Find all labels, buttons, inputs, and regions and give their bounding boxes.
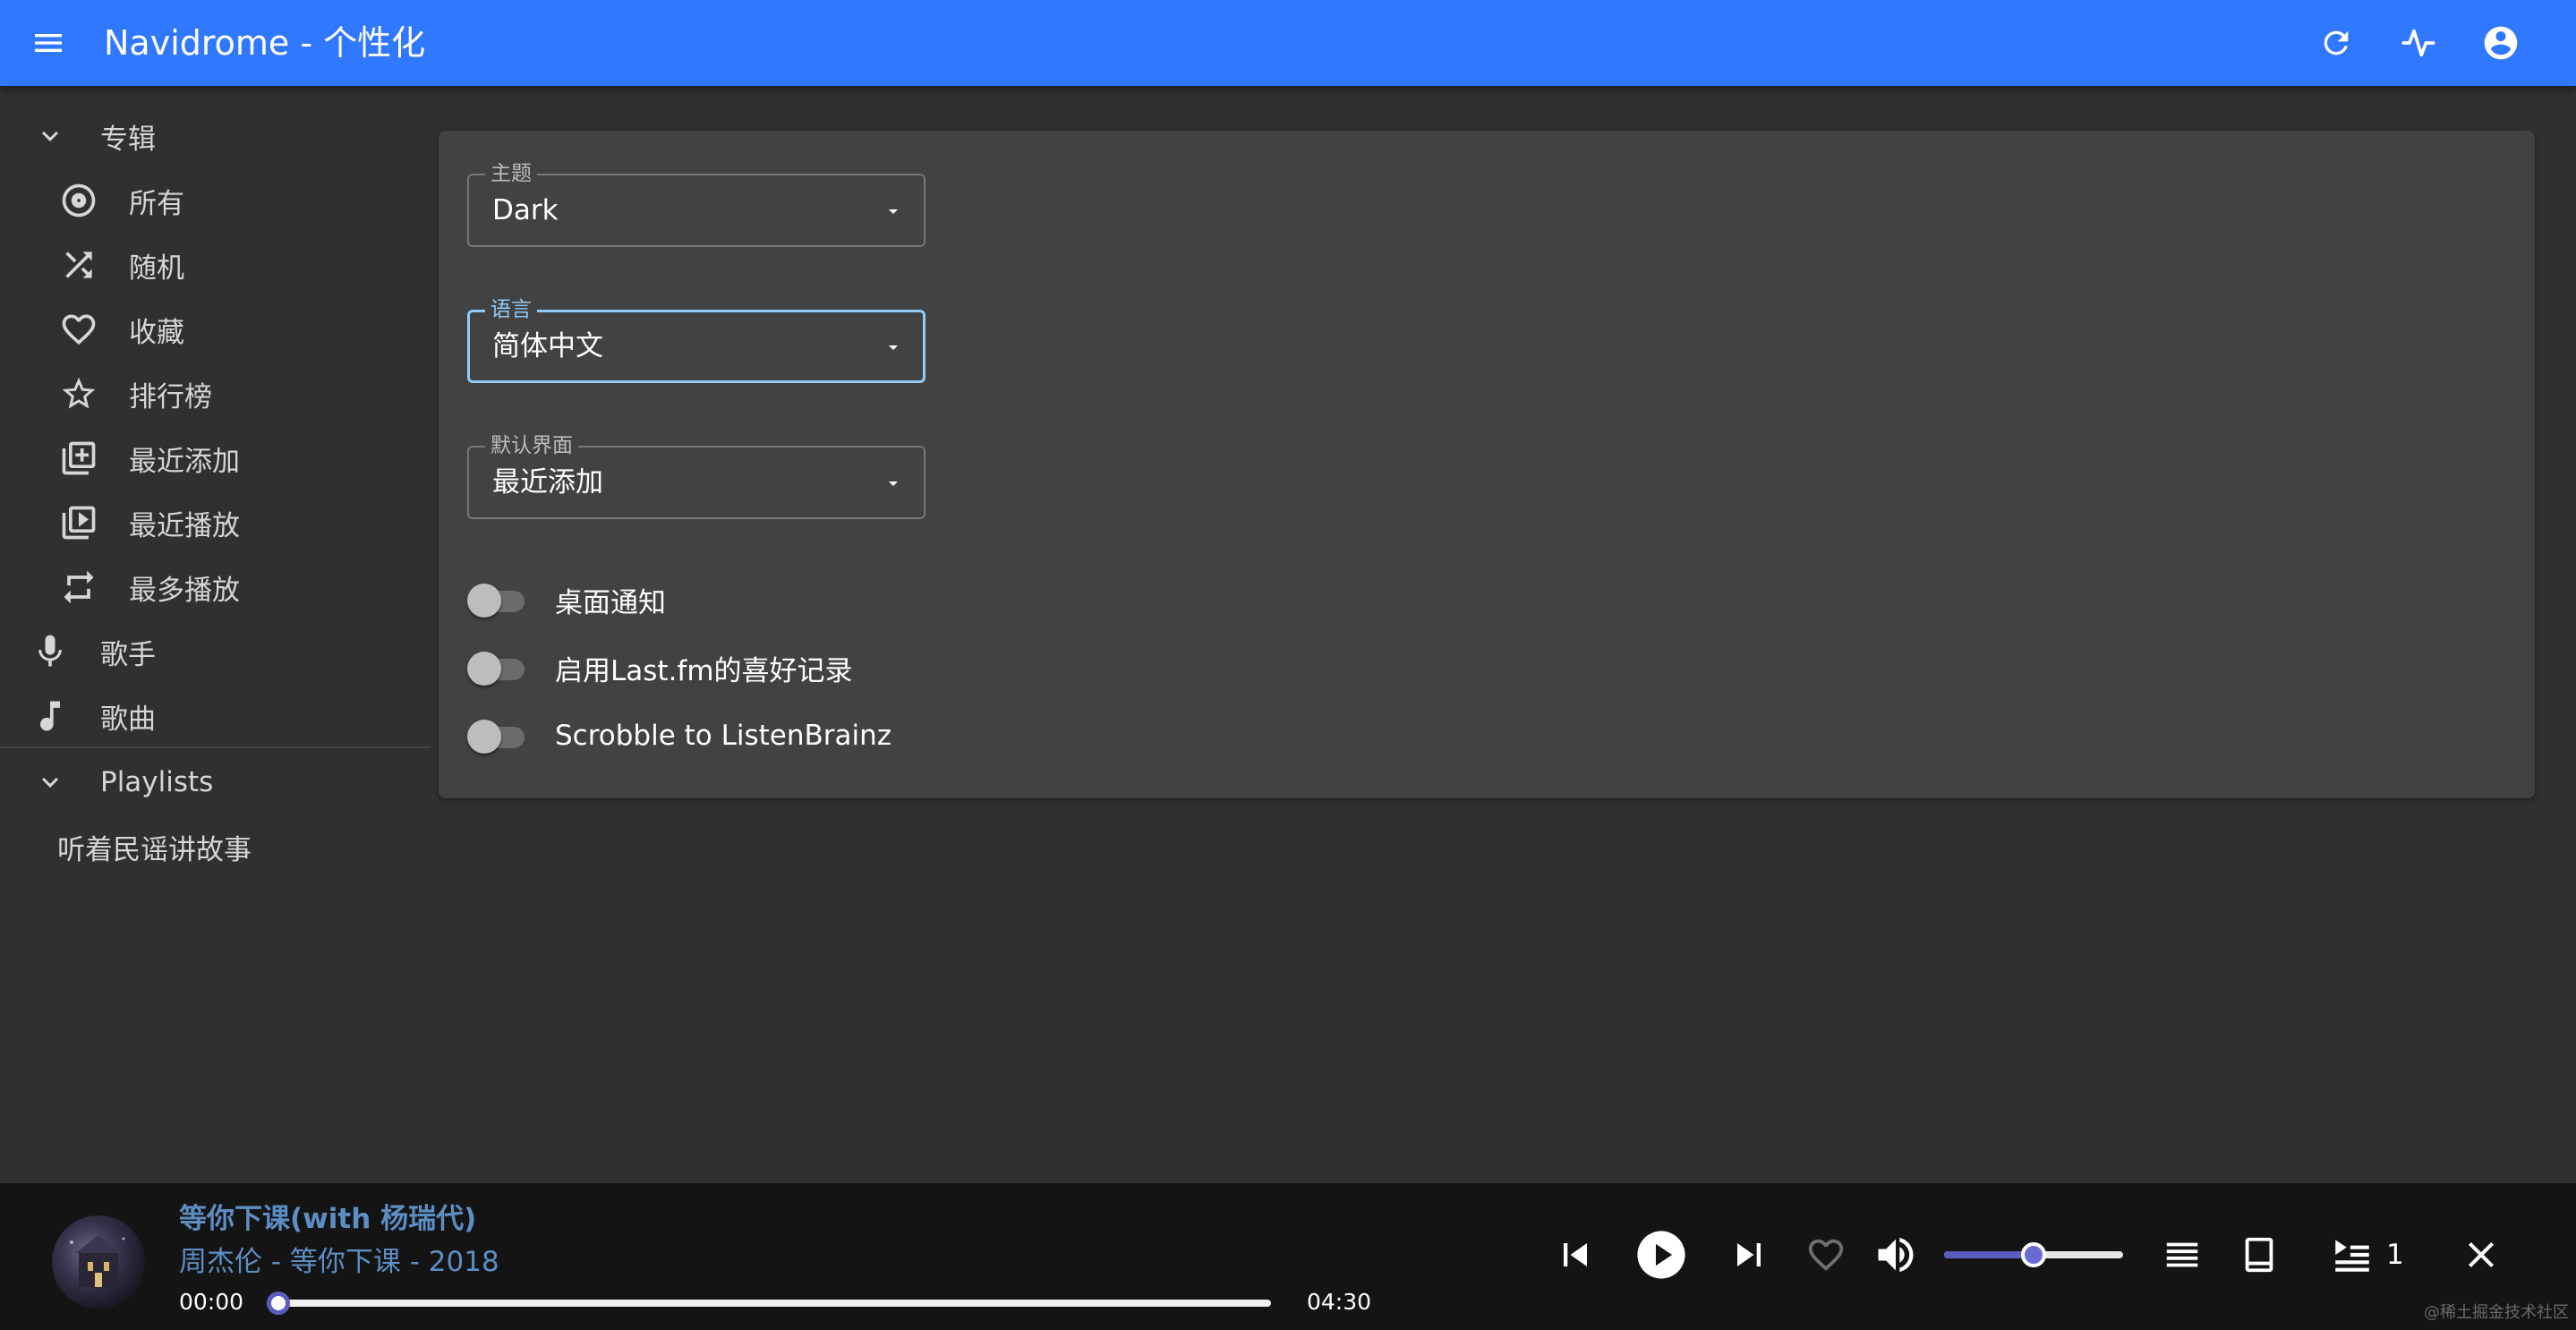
song-title[interactable]: 等你下课(with 杨瑞代) [179,1196,476,1236]
player-bar: 等你下课(with 杨瑞代) 周杰伦 - 等你下课 - 2018 00:00 0… [0,1183,2576,1330]
star-icon [57,372,100,415]
volume-button[interactable] [1869,1228,1923,1282]
chevron-down-icon [29,115,72,158]
toggle-switch[interactable] [460,714,532,757]
sidebar-item-label: 最近播放 [129,509,240,542]
sidebar-group-albums[interactable]: 专辑 [0,104,430,168]
playlist-label: 听着民谣讲故事 [57,833,252,866]
personal-settings-card: 主题 Dark 语言 简体中文 默认界面 最近添加 桌面通知 启用Last.fm… [439,131,2535,798]
sidebar-item-recently-played[interactable]: 最近播放 [0,490,430,555]
sidebar-item-label: 收藏 [129,316,184,349]
heart-icon [57,308,100,351]
dropdown-arrow-icon [889,345,898,350]
sidebar: 专辑 所有 随机 收藏 排行榜 最近添加 最近播放 最多播放 歌手 歌曲 Pla… [0,86,430,1183]
progress-slider[interactable] [267,1292,1271,1315]
sidebar-item-artists[interactable]: 歌手 [0,619,430,684]
skip-previous-icon [1564,1243,1587,1266]
microphone-icon [29,630,72,673]
skip-next-icon [1737,1243,1761,1266]
toggle-label: 启用Last.fm的喜好记录 [555,654,853,687]
sidebar-group-label: Playlists [100,766,214,798]
total-time: 04:30 [1307,1289,1372,1315]
volume-handle[interactable] [2021,1242,2046,1267]
play-icon [1637,1231,1685,1279]
video-library-icon [57,501,100,544]
page-title: Navidrome - 个性化 [104,23,426,63]
sidebar-item-all[interactable]: 所有 [0,168,430,233]
current-time: 00:00 [179,1289,244,1315]
sidebar-group-playlists[interactable]: Playlists [0,750,430,814]
progress-handle[interactable] [267,1292,290,1315]
sidebar-item-starred[interactable]: 收藏 [0,297,430,362]
desktop-notifications-toggle[interactable]: 桌面通知 [460,573,666,627]
menu-icon[interactable] [27,21,70,64]
next-track-button[interactable] [1722,1228,1776,1282]
language-value: 简体中文 [492,330,603,362]
close-icon [2469,1242,2494,1267]
library-add-icon [57,437,100,480]
toggle-label: Scrobble to ListenBrainz [555,720,892,752]
shuffle-icon [57,243,100,286]
album-icon [57,179,100,222]
repeat-icon [57,566,100,609]
toggle-switch[interactable] [460,578,532,621]
queue-button[interactable] [2325,1228,2379,1282]
volume-fill [1944,1251,2034,1258]
sidebar-item-label: 歌曲 [100,703,156,736]
sidebar-group-label: 专辑 [100,123,156,156]
sidebar-item-label: 排行榜 [129,380,212,413]
sidebar-item-label: 最多播放 [129,574,240,607]
toggle-label: 桌面通知 [555,586,666,619]
sidebar-divider [0,746,430,748]
music-note-icon [29,695,72,737]
sidebar-item-label: 随机 [129,252,184,285]
sidebar-item-label: 歌手 [100,638,156,671]
default-view-select[interactable]: 默认界面 最近添加 [467,435,925,519]
volume-up-icon [1878,1237,1914,1273]
app-bar: Navidrome - 个性化 [0,0,2576,86]
chevron-down-icon [29,761,72,804]
sidebar-item-most-played[interactable]: 最多播放 [0,555,430,619]
sidebar-playlist-item[interactable]: 听着民谣讲故事 [0,814,430,879]
song-artist-album[interactable]: 周杰伦 - 等你下课 - 2018 [179,1239,499,1279]
play-button[interactable] [1634,1228,1688,1282]
default-view-value: 最近添加 [492,466,603,499]
sidebar-item-random[interactable]: 随机 [0,233,430,297]
refresh-icon[interactable] [2315,21,2358,64]
sidebar-item-recently-added[interactable]: 最近添加 [0,426,430,490]
dropdown-arrow-icon [889,482,898,486]
queue-count-badge: 1 [2386,1239,2404,1271]
heart-outline-icon [1808,1239,1844,1271]
account-icon[interactable] [2479,21,2522,64]
sidebar-item-label: 最近添加 [129,445,240,478]
theme-select[interactable]: 主题 Dark [467,163,925,247]
sidebar-item-songs[interactable]: 歌曲 [0,684,430,748]
lyrics-button[interactable] [2232,1228,2286,1282]
dropdown-arrow-icon [889,209,898,214]
close-player-button[interactable] [2454,1228,2508,1282]
listenbrainz-scrobble-toggle[interactable]: Scrobble to ListenBrainz [460,709,891,763]
previous-track-button[interactable] [1548,1228,1602,1282]
sidebar-item-label: 所有 [129,187,184,220]
book-icon [2245,1237,2273,1273]
language-select[interactable]: 语言 简体中文 [467,299,925,383]
favorite-button[interactable] [1799,1228,1853,1282]
playlist-button[interactable] [2155,1228,2209,1282]
album-cover[interactable] [52,1215,145,1309]
volume-slider[interactable] [1944,1242,2123,1267]
theme-value: Dark [492,194,559,226]
sidebar-item-top-rated[interactable]: 排行榜 [0,362,430,426]
queue-play-icon [2335,1240,2369,1272]
list-icon [2166,1242,2198,1267]
toggle-switch[interactable] [460,646,532,689]
lastfm-scrobble-toggle[interactable]: 启用Last.fm的喜好记录 [460,641,853,695]
activity-icon[interactable] [2397,21,2440,64]
watermark: @稀土掘金技术社区 [2424,1303,2569,1322]
